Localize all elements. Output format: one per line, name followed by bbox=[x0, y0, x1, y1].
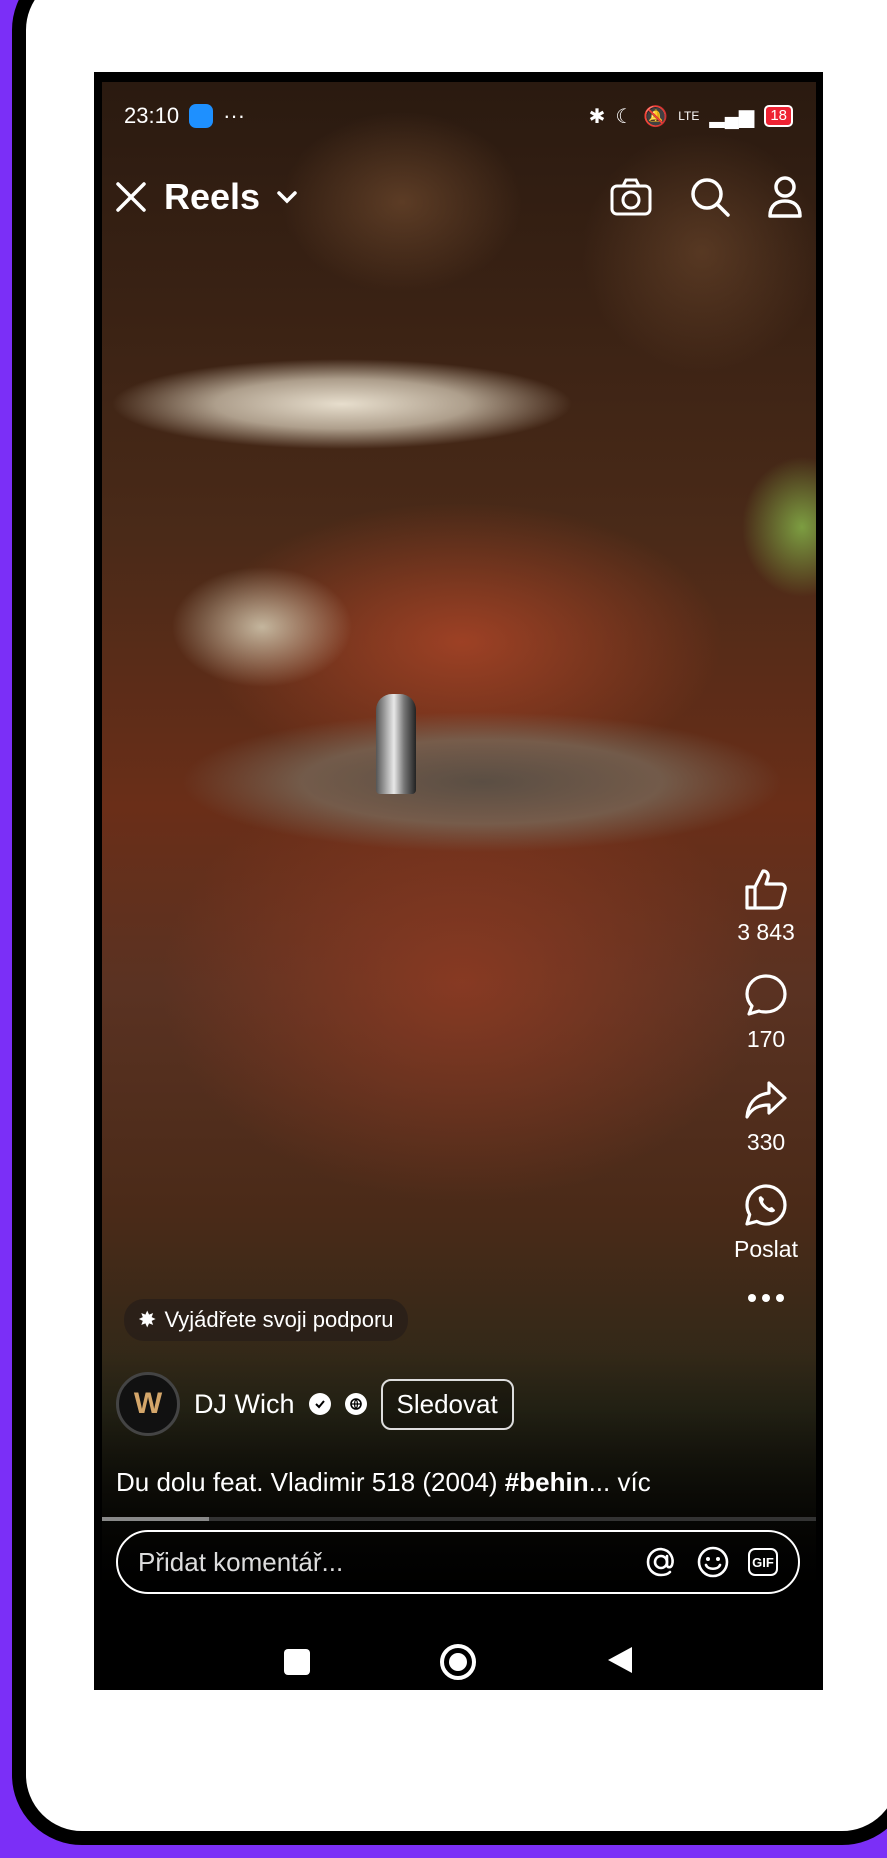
reels-header: Reels bbox=[114, 162, 803, 232]
do-not-disturb-icon: ☾ bbox=[615, 105, 634, 128]
caption-text: Du dolu feat. Vladimir 518 (2004) bbox=[116, 1467, 505, 1497]
avatar[interactable]: W bbox=[116, 1372, 180, 1436]
recents-button-icon[interactable] bbox=[283, 1649, 310, 1675]
caption-more-link[interactable]: ... víc bbox=[589, 1467, 651, 1497]
muted-bell-icon: 🔕 bbox=[643, 105, 669, 128]
page-title[interactable]: Reels bbox=[164, 176, 260, 218]
support-label: Vyjádřete svoji podporu bbox=[164, 1307, 394, 1332]
more-dots-icon bbox=[748, 1294, 784, 1302]
whatsapp-send-button[interactable]: Poslat bbox=[734, 1182, 798, 1263]
username[interactable]: DJ Wich bbox=[194, 1389, 295, 1420]
close-icon[interactable] bbox=[114, 180, 148, 214]
emoji-icon[interactable] bbox=[696, 1545, 730, 1579]
gif-label: GIF bbox=[752, 1554, 774, 1570]
author-row: W DJ Wich Sledovat bbox=[116, 1372, 514, 1436]
gif-icon[interactable]: GIF bbox=[748, 1548, 778, 1576]
video-progress-fill bbox=[102, 1517, 210, 1521]
signal-bars-icon: ▂▄▆ bbox=[709, 105, 755, 128]
follow-button[interactable]: Sledovat bbox=[380, 1378, 514, 1430]
globe-icon bbox=[344, 1393, 367, 1415]
comment-input[interactable]: Přidat komentář... GIF bbox=[116, 1530, 800, 1594]
thumbs-up-icon bbox=[745, 869, 787, 910]
video-progress-bar[interactable] bbox=[102, 1517, 816, 1521]
comment-placeholder: Přidat komentář... bbox=[138, 1546, 344, 1577]
profile-icon[interactable] bbox=[767, 175, 803, 219]
avatar-letter: W bbox=[133, 1387, 163, 1420]
share-icon bbox=[745, 1081, 787, 1119]
whatsapp-icon bbox=[745, 1184, 787, 1226]
camera-icon[interactable] bbox=[609, 177, 653, 217]
status-time: 23:10 bbox=[124, 103, 180, 128]
comment-icon bbox=[745, 974, 787, 1016]
status-more-dots: ··· bbox=[223, 103, 246, 128]
app-notification-icon bbox=[189, 104, 214, 128]
record-spindle bbox=[376, 694, 416, 794]
share-count: 330 bbox=[746, 1129, 786, 1155]
support-chip[interactable]: ✸ Vyjádřete svoji podporu bbox=[124, 1299, 408, 1341]
status-bar: 23:10 ··· ✱ ☾ 🔕 LTE ▂▄▆ 18 bbox=[124, 96, 793, 136]
search-icon[interactable] bbox=[689, 176, 731, 218]
action-rail: 3 843 170 330 Poslat bbox=[721, 867, 811, 1329]
chevron-down-icon[interactable] bbox=[276, 190, 298, 204]
like-button[interactable]: 3 843 bbox=[737, 867, 795, 946]
comment-button[interactable]: 170 bbox=[743, 972, 789, 1053]
share-button[interactable]: 330 bbox=[743, 1079, 789, 1156]
comment-count: 170 bbox=[746, 1026, 786, 1052]
home-button-icon[interactable] bbox=[439, 1644, 476, 1680]
caption[interactable]: Du dolu feat. Vladimir 518 (2004) #behin… bbox=[116, 1467, 651, 1498]
whatsapp-label: Poslat bbox=[734, 1236, 798, 1262]
bluetooth-icon: ✱ bbox=[588, 105, 606, 128]
caption-hashtag[interactable]: #behin bbox=[505, 1467, 589, 1497]
system-nav-bar bbox=[94, 1632, 823, 1690]
phone-screen: 23:10 ··· ✱ ☾ 🔕 LTE ▂▄▆ 18 Reels 3 843 1… bbox=[94, 72, 823, 1690]
mention-icon[interactable] bbox=[644, 1545, 678, 1579]
like-count: 3 843 bbox=[737, 919, 795, 945]
back-button-icon[interactable] bbox=[606, 1645, 634, 1680]
sparkle-icon: ✸ bbox=[138, 1307, 157, 1332]
signal-label: LTE bbox=[678, 109, 700, 123]
battery-indicator: 18 bbox=[764, 105, 793, 127]
more-options-button[interactable] bbox=[746, 1293, 786, 1303]
verified-badge-icon bbox=[308, 1393, 331, 1415]
reel-video[interactable] bbox=[102, 82, 816, 1592]
